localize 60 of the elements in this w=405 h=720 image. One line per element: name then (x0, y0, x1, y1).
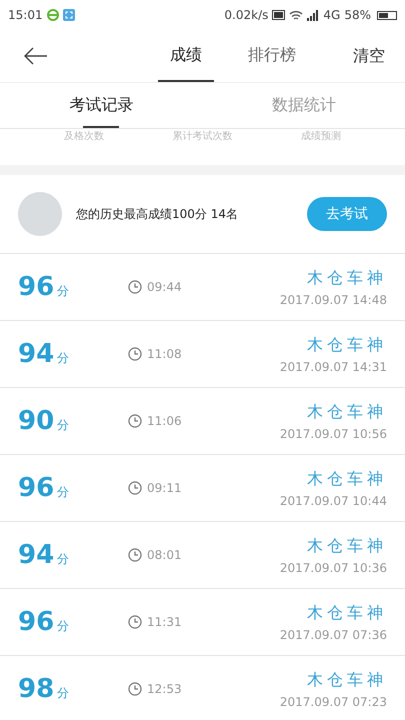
exam-duration: 11:31 (147, 615, 182, 629)
score-unit: 分 (57, 283, 70, 300)
rank-title: 木仓车神 (307, 268, 387, 288)
score-value: 96 (18, 473, 54, 503)
exam-duration: 09:44 (147, 280, 182, 294)
exam-duration: 08:01 (147, 548, 182, 562)
clock-icon (128, 481, 142, 495)
clock-icon (128, 347, 142, 361)
score-unit: 分 (57, 350, 70, 367)
exam-date: 2017.09.07 10:44 (280, 494, 387, 508)
clock-icon (128, 280, 142, 294)
browser-app-icon (46, 9, 59, 21)
score-unit: 分 (57, 618, 70, 635)
score-value: 90 (18, 406, 54, 436)
best-score-text: 您的历史最高成绩100分 14名 (76, 206, 239, 222)
rank-title: 木仓车神 (307, 402, 387, 422)
hd-icon (272, 10, 286, 20)
score-value: 98 (18, 674, 54, 704)
exam-date: 2017.09.07 07:23 (280, 694, 387, 708)
network-speed: 0.02k/s (224, 8, 268, 22)
rank-title: 木仓车神 (307, 602, 387, 624)
score-value: 94 (18, 540, 54, 570)
clock-icon (128, 615, 142, 629)
clear-button[interactable]: 清空 (353, 46, 385, 66)
network-type: 4G (323, 8, 340, 22)
score-value: 96 (18, 607, 54, 637)
exam-duration: 12:53 (147, 682, 182, 696)
score-unit: 分 (57, 417, 70, 434)
rank-title: 木仓车神 (307, 468, 387, 490)
signal-icon (307, 10, 320, 20)
exam-date: 2017.09.07 14:48 (280, 292, 387, 306)
exam-date: 2017.09.07 10:36 (280, 560, 387, 574)
score-unit: 分 (57, 685, 70, 702)
clock-icon (128, 548, 142, 562)
clock-icon (128, 414, 142, 428)
back-icon[interactable] (24, 47, 48, 65)
exam-date: 2017.09.07 07:36 (280, 628, 387, 642)
wifi-icon (289, 10, 304, 20)
exam-date: 2017.09.07 10:56 (280, 426, 387, 440)
exam-duration: 11:08 (147, 347, 182, 361)
score-value: 96 (18, 272, 54, 302)
avatar (18, 192, 62, 236)
rank-title: 木仓车神 (307, 536, 387, 556)
stat-label: 成绩预测 (300, 130, 341, 143)
header-tab[interactable]: 排行榜 (236, 30, 308, 82)
stat-label: 累计考试次数 (172, 130, 232, 143)
clock-icon (128, 682, 142, 696)
exam-duration: 11:06 (147, 414, 182, 428)
score-value: 94 (18, 339, 54, 369)
battery-icon (377, 10, 397, 20)
exam-date: 2017.09.07 14:31 (280, 360, 387, 374)
score-unit: 分 (57, 484, 70, 501)
rank-title: 木仓车神 (307, 334, 387, 356)
rank-title: 木仓车神 (307, 670, 387, 690)
scan-app-icon (62, 9, 75, 21)
exam-duration: 09:11 (147, 481, 182, 495)
battery-percent: 58% (344, 8, 371, 22)
stat-label: 及格次数 (64, 130, 104, 143)
score-unit: 分 (57, 551, 70, 568)
status-time: 15:01 (8, 8, 43, 22)
